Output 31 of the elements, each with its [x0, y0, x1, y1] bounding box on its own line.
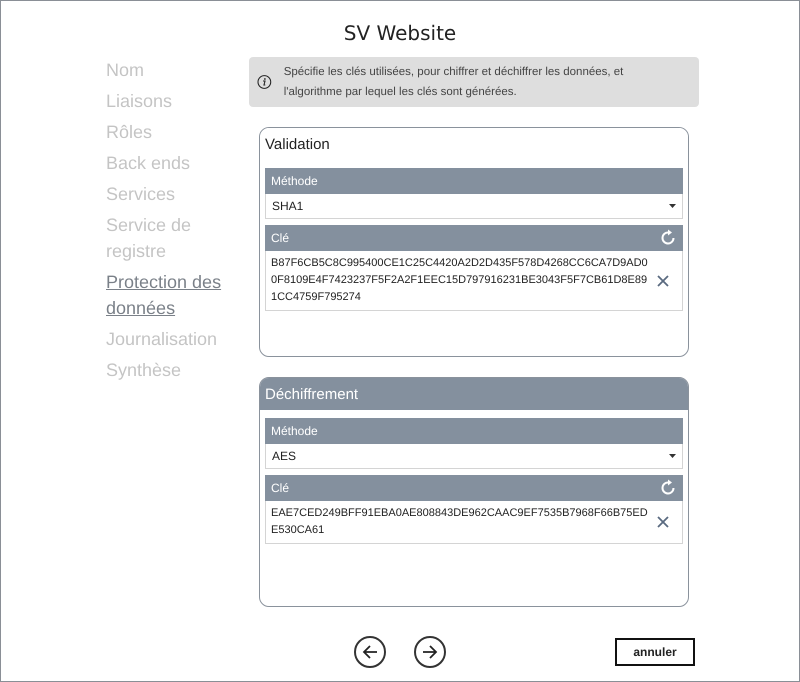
method-dropdown[interactable]: SHA1 [265, 194, 683, 219]
nav-item[interactable]: Liaisons [106, 88, 241, 114]
close-icon[interactable] [657, 516, 669, 528]
window-title: SV Website [344, 21, 456, 47]
left-arrow-icon [361, 643, 379, 661]
nav-item[interactable]: Services [106, 181, 241, 207]
close-icon[interactable] [657, 274, 669, 286]
section-title: Déchiffrement [260, 378, 688, 410]
nav-item[interactable]: Synthèse [106, 357, 241, 383]
nav-item[interactable]: Rôles [106, 119, 241, 145]
field-label: Clé [271, 231, 290, 245]
field-label: Méthode [265, 168, 683, 194]
refresh-icon[interactable] [659, 479, 677, 497]
field-label: Clé [271, 481, 290, 495]
refresh-icon[interactable] [659, 229, 677, 247]
key-field[interactable]: EAE7CED249BFF91EBA0AE808843DE962CAAC9EF7535B7968F66B75EDE530CA61 [265, 501, 683, 544]
cancel-button[interactable]: annuler [615, 638, 695, 666]
info-text: Spécifie les clés utilisées, pour chiffrer et déchiffrer les données, et l'algorithme par lequel les clés sont générées. [284, 65, 624, 100]
field-label: Méthode [265, 418, 683, 444]
nav-item[interactable]: Journalisation [106, 326, 241, 352]
right-arrow-icon [421, 643, 439, 661]
caret-icon [669, 454, 676, 458]
key-field[interactable]: B87F6CB5C8C995400CE1C25C4420A2D2D435F578D4268CC6CA7D9AD00F8109E4F7423237F5F2A2F1EEC15D797916231BE3043F5F7CB61D8E891CC4759F795274 [265, 251, 683, 311]
next-button[interactable] [414, 636, 446, 668]
caret-icon [669, 204, 676, 208]
back-button[interactable] [354, 636, 386, 668]
nav-item[interactable]: Protection des données [106, 269, 241, 321]
nav-item[interactable]: Nom [106, 57, 241, 83]
nav-item[interactable]: Service de registre [106, 212, 241, 264]
nav-item[interactable]: Back ends [106, 150, 241, 176]
method-dropdown[interactable]: AES [265, 444, 683, 469]
